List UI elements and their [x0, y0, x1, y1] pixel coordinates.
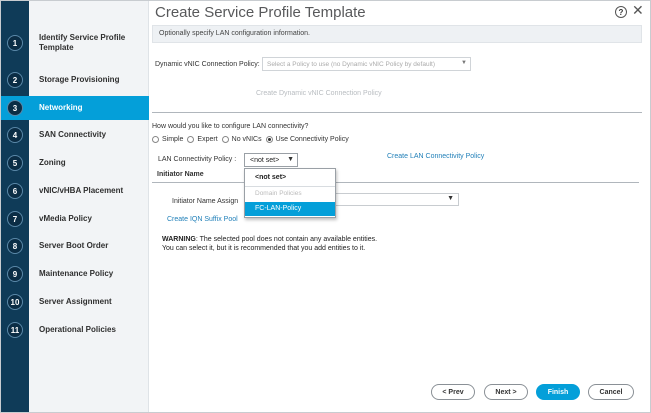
step-number: 2 — [7, 72, 23, 88]
step-number: 8 — [7, 238, 23, 254]
initiator-name-assignment-label: Initiator Name Assign — [172, 198, 239, 205]
dynamic-vnic-placeholder: Select a Policy to use (no Dynamic vNIC … — [267, 61, 435, 68]
step-identify-service-profile-template[interactable]: 1 Identify Service Profile Template — [1, 31, 149, 55]
radio-circle — [152, 136, 159, 143]
chevron-down-icon: ▼ — [287, 156, 294, 163]
radio-simple[interactable]: Simple — [152, 136, 183, 143]
step-vnic-vhba-placement[interactable]: 6 vNIC/vHBA Placement — [1, 179, 149, 203]
cancel-button[interactable]: Cancel — [588, 384, 634, 400]
radio-circle — [221, 136, 229, 143]
step-server-assignment[interactable]: 10 Server Assignment — [1, 290, 149, 314]
step-vmedia-policy[interactable]: 7 vMedia Policy — [1, 207, 149, 231]
prev-button[interactable]: < Prev — [431, 384, 475, 400]
lan-connectivity-policy-select[interactable]: <not set> ▼ — [244, 153, 298, 167]
step-label: Server Assignment — [39, 297, 112, 306]
radio-label: Use Connectivity Policy — [275, 136, 349, 143]
step-number: 5 — [7, 155, 23, 171]
radio-label: Simple — [162, 136, 184, 143]
step-maintenance-policy[interactable]: 9 Maintenance Policy — [1, 262, 149, 286]
step-operational-policies[interactable]: 11 Operational Policies — [1, 318, 149, 342]
create-lan-connectivity-policy-link[interactable]: Create LAN Connectivity Policy — [387, 153, 484, 160]
step-label: Networking — [39, 103, 83, 112]
step-number: 3 — [7, 100, 23, 116]
initiator-name-assignment-select[interactable]: ▼ — [333, 193, 459, 206]
step-number: 9 — [7, 266, 23, 282]
lan-connectivity-policy-label: LAN Connectivity Policy : — [158, 156, 237, 163]
step-label: SAN Connectivity — [39, 130, 107, 139]
lan-question: How would you like to configure LAN conn… — [152, 123, 309, 130]
step-number: 11 — [7, 322, 23, 338]
divider — [152, 182, 639, 183]
radio-no-vnics[interactable]: No vNICs — [221, 136, 262, 143]
step-label: Identify Service Profile Template — [39, 33, 126, 52]
next-button[interactable]: Next > — [484, 384, 528, 400]
step-number: 6 — [7, 183, 23, 199]
dynamic-vnic-label: Dynamic vNIC Connection Policy: — [155, 61, 260, 68]
wizard-steps-sidebar: 1 Identify Service Profile Template 2 St… — [1, 1, 149, 412]
chevron-down-icon: ▼ — [461, 60, 467, 66]
page-title: Create Service Profile Template — [155, 4, 366, 21]
step-label: Maintenance Policy — [39, 269, 114, 278]
radio-circle — [187, 136, 195, 143]
warning-text: : The selected pool does not contain any… — [195, 236, 378, 243]
step-label: vNIC/vHBA Placement — [39, 186, 124, 195]
dropdown-option-not-set[interactable]: <not set> — [245, 171, 335, 185]
finish-button[interactable]: Finish — [536, 384, 580, 400]
warning-message: WARNING: The selected pool does not cont… — [162, 236, 377, 243]
step-label: Operational Policies — [39, 325, 116, 334]
step-san-connectivity[interactable]: 4 SAN Connectivity — [1, 123, 149, 147]
step-label: Server Boot Order — [39, 241, 109, 250]
help-icon[interactable]: ? — [615, 6, 627, 18]
step-label: vMedia Policy — [39, 214, 92, 223]
close-icon[interactable]: ✕ — [632, 2, 644, 18]
lan-policy-dropdown-menu: <not set> Domain Policies FC-LAN-Policy — [244, 168, 336, 218]
info-bar: Optionally specify LAN configuration inf… — [152, 25, 642, 43]
step-server-boot-order[interactable]: 8 Server Boot Order — [1, 234, 149, 258]
radio-expert[interactable]: Expert — [187, 136, 218, 143]
radio-circle-selected — [265, 136, 273, 143]
initiator-name-heading: Initiator Name — [157, 171, 204, 178]
create-dynamic-vnic-link[interactable]: Create Dynamic vNIC Connection Policy — [256, 90, 382, 97]
dynamic-vnic-select[interactable]: Select a Policy to use (no Dynamic vNIC … — [262, 57, 471, 71]
step-networking[interactable]: 3 Networking — [1, 96, 149, 120]
step-number: 7 — [7, 211, 23, 227]
divider — [152, 112, 642, 113]
step-storage-provisioning[interactable]: 2 Storage Provisioning — [1, 68, 149, 92]
step-label: Zoning — [39, 158, 66, 167]
step-number: 10 — [7, 294, 23, 310]
warning-title: WARNING — [162, 236, 196, 243]
chevron-down-icon: ▼ — [447, 195, 454, 202]
step-number: 1 — [7, 35, 23, 51]
step-label: Storage Provisioning — [39, 75, 120, 84]
dropdown-group-domain-policies: Domain Policies — [255, 190, 302, 197]
step-zoning[interactable]: 5 Zoning — [1, 151, 149, 175]
lan-connectivity-policy-value: <not set> — [250, 157, 280, 164]
create-iqn-suffix-pool-link[interactable]: Create IQN Suffix Pool — [167, 216, 238, 223]
radio-label: No vNICs — [231, 136, 262, 143]
radio-label: Expert — [197, 136, 218, 143]
lan-radio-group: Simple Expert No vNICs Use Connectivity … — [152, 136, 353, 143]
radio-use-connectivity-policy[interactable]: Use Connectivity Policy — [265, 136, 349, 143]
warning-message-line2: You can select it, but it is recommended… — [162, 245, 366, 252]
dropdown-option-fc-lan-policy[interactable]: FC-LAN-Policy — [245, 202, 335, 216]
step-number: 4 — [7, 127, 23, 143]
